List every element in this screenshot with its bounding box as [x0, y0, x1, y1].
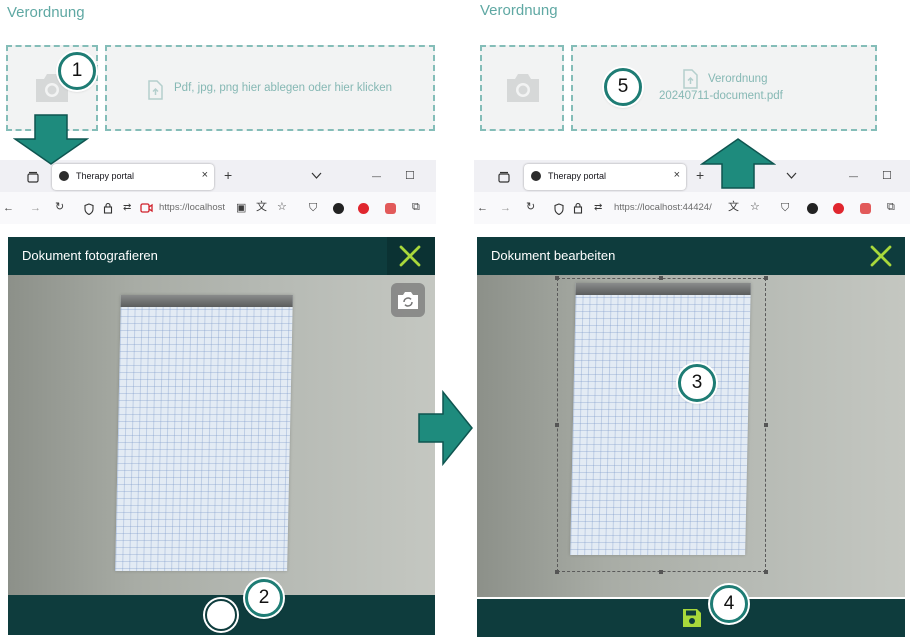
arrow-up — [700, 138, 776, 189]
reader-icon[interactable]: ▣ — [236, 202, 246, 214]
close-button[interactable] — [857, 237, 905, 275]
forward-icon[interactable]: → — [500, 202, 511, 214]
upload-file-icon — [148, 80, 163, 100]
url-text[interactable]: https://localhost — [159, 202, 231, 213]
tab-favicon — [59, 171, 69, 181]
permissions-icon[interactable]: ⇄ — [594, 202, 602, 214]
right-section-title: Verordnung — [480, 2, 558, 19]
extension-icon-1[interactable] — [333, 203, 344, 214]
file-label: Verordnung — [708, 73, 768, 85]
lock-icon — [573, 202, 583, 214]
permissions-icon[interactable]: ⇄ — [123, 202, 131, 214]
chevron-down-icon[interactable] — [311, 172, 322, 180]
translate-icon[interactable]: 文 — [728, 201, 739, 213]
shield-icon — [84, 203, 94, 215]
chevron-down-icon[interactable] — [786, 172, 797, 180]
forward-icon[interactable]: → — [30, 202, 41, 214]
tab-bar: Therapy portal × + — ☐ — [474, 160, 910, 192]
extensions-puzzle-icon[interactable]: ⧉ — [412, 201, 420, 213]
crop-handle[interactable] — [555, 276, 559, 280]
arrow-down — [13, 114, 89, 165]
extension-icon-1[interactable] — [807, 203, 818, 214]
step-badge-4: 4 — [710, 585, 748, 623]
back-icon[interactable]: ← — [3, 202, 14, 214]
left-browser-chrome: Therapy portal × + — ☐ ← → ↻ ⇄ https://l… — [0, 160, 436, 224]
back-icon[interactable]: ← — [477, 202, 488, 214]
tab-title: Therapy portal — [548, 171, 607, 181]
tab-list-icon[interactable] — [27, 171, 39, 183]
tab-list-icon[interactable] — [498, 171, 510, 183]
left-file-dropzone[interactable]: Pdf, jpg, png hier ablegen oder hier kli… — [105, 45, 435, 131]
tab-close-icon[interactable]: × — [674, 169, 680, 181]
left-camera-preview — [8, 275, 435, 595]
reload-icon[interactable]: ↻ — [526, 201, 535, 213]
camera-switch-button[interactable] — [391, 283, 425, 317]
shield-icon — [554, 203, 564, 215]
close-icon — [399, 245, 421, 267]
file-icon — [683, 69, 698, 89]
modal-title: Dokument fotografieren — [22, 248, 158, 263]
right-modal-footer — [477, 599, 905, 637]
crop-handle[interactable] — [555, 423, 559, 427]
left-section-title: Verordnung — [7, 4, 85, 21]
right-edit-preview — [477, 275, 905, 597]
minimize-icon[interactable]: — — [372, 170, 381, 182]
extensions-puzzle-icon[interactable]: ⧉ — [887, 201, 895, 213]
camera-indicator-icon — [140, 203, 153, 213]
tab-title: Therapy portal — [76, 171, 135, 181]
browser-tab[interactable]: Therapy portal × — [524, 164, 686, 190]
translate-icon[interactable]: 文 — [256, 201, 267, 213]
url-text[interactable]: https://localhost:44424/ — [614, 202, 722, 213]
close-icon — [870, 245, 892, 267]
tab-close-icon[interactable]: × — [202, 169, 208, 181]
pocket-icon[interactable]: ⛉ — [309, 202, 317, 214]
crop-handle[interactable] — [764, 423, 768, 427]
extension-icon-2[interactable] — [385, 203, 396, 214]
left-modal-footer — [8, 595, 435, 635]
adblock-icon[interactable] — [833, 203, 844, 214]
new-tab-icon[interactable]: + — [224, 168, 232, 182]
crop-handle[interactable] — [764, 276, 768, 280]
bookmark-star-icon[interactable]: ☆ — [750, 201, 760, 213]
browser-tab[interactable]: Therapy portal × — [52, 164, 214, 190]
paper-binding — [120, 295, 293, 307]
camera-switch-icon — [398, 292, 418, 309]
nav-bar: ← → ↻ ⇄ https://localhost:44424/ 文 ☆ ⛉ ⧉ — [474, 196, 910, 220]
maximize-icon[interactable]: ☐ — [882, 170, 892, 182]
shutter-button[interactable] — [205, 599, 237, 631]
bookmark-star-icon[interactable]: ☆ — [277, 201, 287, 213]
lock-icon — [103, 202, 113, 214]
minimize-icon[interactable]: — — [849, 170, 858, 182]
pocket-icon[interactable]: ⛉ — [781, 202, 789, 214]
step-badge-2: 2 — [245, 579, 283, 617]
step-badge-1: 1 — [58, 52, 96, 90]
adblock-icon[interactable] — [358, 203, 369, 214]
crop-handle[interactable] — [659, 276, 663, 280]
maximize-icon[interactable]: ☐ — [405, 170, 415, 182]
crop-handle[interactable] — [764, 570, 768, 574]
extension-icon-2[interactable] — [860, 203, 871, 214]
step-badge-5: 5 — [604, 68, 642, 106]
dropzone-text: Pdf, jpg, png hier ablegen oder hier kli… — [174, 82, 393, 94]
crop-handle[interactable] — [659, 570, 663, 574]
save-icon[interactable] — [682, 608, 702, 628]
tab-favicon — [531, 171, 541, 181]
arrow-right — [418, 390, 473, 466]
modal-title: Dokument bearbeiten — [491, 248, 616, 263]
right-modal-header: Dokument bearbeiten — [477, 237, 905, 275]
nav-bar: ← → ↻ ⇄ https://localhost ▣ 文 ☆ ⛉ ⧉ — [0, 196, 436, 220]
file-name: 20240711-document.pdf — [659, 90, 783, 102]
crop-handle[interactable] — [555, 570, 559, 574]
right-camera-dropzone[interactable] — [480, 45, 564, 131]
reload-icon[interactable]: ↻ — [55, 201, 64, 213]
paper-document — [115, 295, 293, 571]
crop-selection[interactable] — [555, 276, 768, 574]
right-browser-chrome: Therapy portal × + — ☐ ← → ↻ ⇄ https://l… — [474, 160, 910, 224]
left-modal-header: Dokument fotografieren — [8, 237, 435, 275]
step-badge-3: 3 — [678, 364, 716, 402]
camera-icon — [507, 74, 539, 102]
close-button[interactable] — [387, 237, 435, 275]
